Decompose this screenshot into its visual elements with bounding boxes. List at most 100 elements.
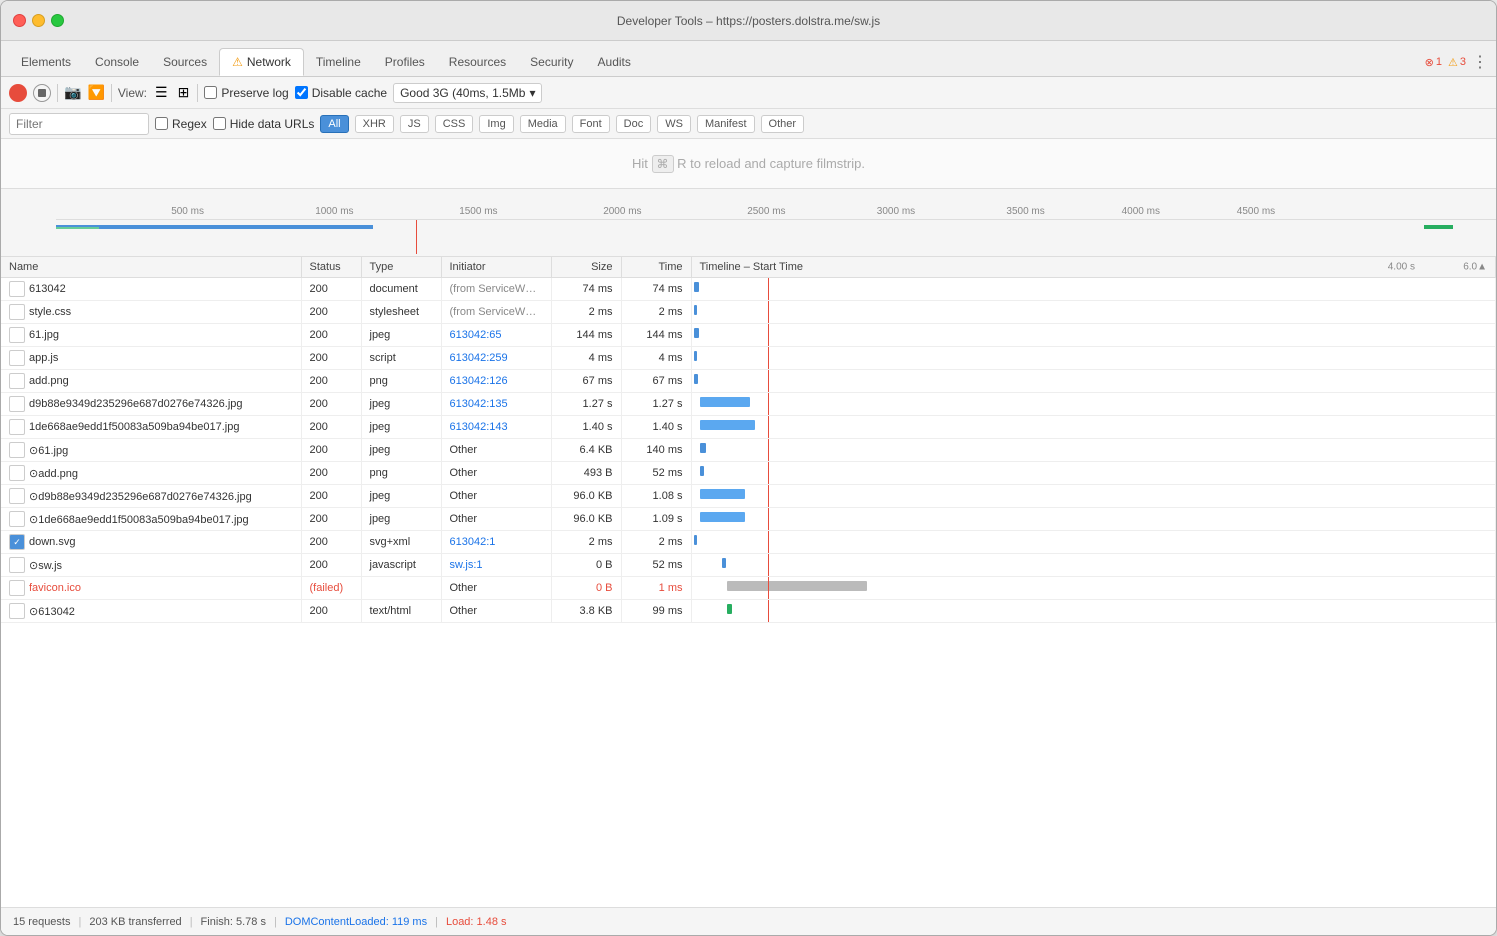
- tab-audits[interactable]: Audits: [586, 48, 643, 76]
- filter-other-button[interactable]: Other: [761, 115, 805, 133]
- row-checkbox[interactable]: [9, 304, 25, 320]
- file-name[interactable]: app.js: [29, 352, 58, 364]
- record-button[interactable]: [9, 84, 27, 102]
- table-row[interactable]: ✓down.svg200svg+xml613042:12 ms2 ms: [1, 531, 1496, 554]
- tab-console[interactable]: Console: [83, 48, 151, 76]
- col-header-initiator[interactable]: Initiator: [441, 257, 551, 278]
- row-initiator[interactable]: 613042:259: [441, 347, 551, 370]
- tab-elements[interactable]: Elements: [9, 48, 83, 76]
- row-initiator[interactable]: 613042:65: [441, 324, 551, 347]
- tab-sources[interactable]: Sources: [151, 48, 219, 76]
- row-checkbox[interactable]: [9, 465, 25, 481]
- col-header-time[interactable]: Time: [621, 257, 691, 278]
- table-row[interactable]: favicon.ico(failed)Other0 B1 ms: [1, 577, 1496, 600]
- file-name[interactable]: add.png: [29, 375, 69, 387]
- tab-security[interactable]: Security: [518, 48, 585, 76]
- filter-input[interactable]: [9, 113, 149, 135]
- row-initiator[interactable]: 613042:135: [441, 393, 551, 416]
- row-checkbox[interactable]: [9, 350, 25, 366]
- minimize-button[interactable]: [32, 14, 45, 27]
- table-row[interactable]: 61.jpg200jpeg613042:65144 ms144 ms: [1, 324, 1496, 347]
- file-name[interactable]: style.css: [29, 306, 71, 318]
- row-initiator[interactable]: sw.js:1: [441, 554, 551, 577]
- filter-all-button[interactable]: All: [320, 115, 348, 133]
- table-row[interactable]: ⊙1de668ae9edd1f50083a509ba94be017.jpg200…: [1, 508, 1496, 531]
- file-name[interactable]: down.svg: [29, 536, 75, 548]
- file-name[interactable]: ⊙61.jpg: [29, 444, 68, 457]
- file-name[interactable]: ⊙613042: [29, 605, 75, 618]
- tab-profiles[interactable]: Profiles: [373, 48, 437, 76]
- filter-media-button[interactable]: Media: [520, 115, 566, 133]
- network-table-container[interactable]: Name Status Type Initiator Size Time Tim…: [1, 257, 1496, 907]
- col-header-timeline[interactable]: Timeline – Start Time 4.00 s 6.0▲: [691, 257, 1496, 278]
- tab-timeline[interactable]: Timeline: [304, 48, 373, 76]
- file-name[interactable]: 613042: [29, 283, 66, 295]
- table-row[interactable]: ⊙add.png200pngOther493 B52 ms: [1, 462, 1496, 485]
- tab-network[interactable]: ⚠ Network: [219, 48, 304, 76]
- file-name[interactable]: ⊙1de668ae9edd1f50083a509ba94be017.jpg: [29, 513, 249, 526]
- row-checkbox[interactable]: [9, 396, 25, 412]
- hide-data-urls-label[interactable]: Hide data URLs: [213, 117, 315, 131]
- file-name[interactable]: 1de668ae9edd1f50083a509ba94be017.jpg: [29, 421, 239, 433]
- table-row[interactable]: 1de668ae9edd1f50083a509ba94be017.jpg200j…: [1, 416, 1496, 439]
- regex-label[interactable]: Regex: [155, 117, 207, 131]
- close-button[interactable]: [13, 14, 26, 27]
- row-checkbox[interactable]: [9, 580, 25, 596]
- table-row[interactable]: ⊙sw.js200javascriptsw.js:10 B52 ms: [1, 554, 1496, 577]
- table-row[interactable]: style.css200stylesheet(from ServiceW…2 m…: [1, 301, 1496, 324]
- disable-cache-checkbox[interactable]: [295, 86, 308, 99]
- more-options-icon[interactable]: ⋮: [1472, 52, 1488, 72]
- camera-button[interactable]: 📷: [64, 84, 81, 101]
- row-checkbox[interactable]: [9, 419, 25, 435]
- file-name[interactable]: ⊙add.png: [29, 467, 78, 480]
- table-row[interactable]: add.png200png613042:12667 ms67 ms: [1, 370, 1496, 393]
- preserve-log-label[interactable]: Preserve log: [204, 86, 288, 100]
- file-name[interactable]: ⊙sw.js: [29, 559, 62, 572]
- row-checkbox[interactable]: [9, 557, 25, 573]
- row-checkbox[interactable]: [9, 373, 25, 389]
- row-initiator[interactable]: 613042:143: [441, 416, 551, 439]
- view-list-button[interactable]: ☰: [153, 82, 170, 103]
- file-name[interactable]: ⊙d9b88e9349d235296e687d0276e74326.jpg: [29, 490, 252, 503]
- filter-doc-button[interactable]: Doc: [616, 115, 652, 133]
- filter-xhr-button[interactable]: XHR: [355, 115, 394, 133]
- filter-css-button[interactable]: CSS: [435, 115, 474, 133]
- file-name[interactable]: 61.jpg: [29, 329, 59, 341]
- row-initiator[interactable]: 613042:1: [441, 531, 551, 554]
- filter-img-button[interactable]: Img: [479, 115, 513, 133]
- stop-button[interactable]: [33, 84, 51, 102]
- row-checkbox[interactable]: [9, 327, 25, 343]
- filter-ws-button[interactable]: WS: [657, 115, 691, 133]
- file-name[interactable]: d9b88e9349d235296e687d0276e74326.jpg: [29, 398, 243, 410]
- row-checkbox[interactable]: [9, 442, 25, 458]
- col-header-name[interactable]: Name: [1, 257, 301, 278]
- view-grid-button[interactable]: ⊞: [176, 82, 192, 103]
- table-row[interactable]: app.js200script613042:2594 ms4 ms: [1, 347, 1496, 370]
- preserve-log-checkbox[interactable]: [204, 86, 217, 99]
- table-row[interactable]: ⊙d9b88e9349d235296e687d0276e74326.jpg200…: [1, 485, 1496, 508]
- hide-data-urls-checkbox[interactable]: [213, 117, 226, 130]
- row-checkbox[interactable]: [9, 488, 25, 504]
- table-row[interactable]: ⊙613042200text/htmlOther3.8 KB99 ms: [1, 600, 1496, 623]
- filter-manifest-button[interactable]: Manifest: [697, 115, 755, 133]
- tab-resources[interactable]: Resources: [437, 48, 518, 76]
- regex-checkbox[interactable]: [155, 117, 168, 130]
- col-header-status[interactable]: Status: [301, 257, 361, 278]
- row-checkbox[interactable]: [9, 281, 25, 297]
- row-checkbox[interactable]: [9, 511, 25, 527]
- maximize-button[interactable]: [51, 14, 64, 27]
- row-checkbox[interactable]: [9, 603, 25, 619]
- table-row[interactable]: ⊙61.jpg200jpegOther6.4 KB140 ms: [1, 439, 1496, 462]
- col-header-type[interactable]: Type: [361, 257, 441, 278]
- col-header-size[interactable]: Size: [551, 257, 621, 278]
- filter-toggle-button[interactable]: 🔽: [87, 84, 104, 101]
- throttle-dropdown[interactable]: Good 3G (40ms, 1.5Mb ▾: [393, 83, 542, 103]
- row-initiator[interactable]: 613042:126: [441, 370, 551, 393]
- filter-font-button[interactable]: Font: [572, 115, 610, 133]
- disable-cache-label[interactable]: Disable cache: [295, 86, 387, 100]
- table-row[interactable]: d9b88e9349d235296e687d0276e74326.jpg200j…: [1, 393, 1496, 416]
- filter-js-button[interactable]: JS: [400, 115, 429, 133]
- file-name[interactable]: favicon.ico: [29, 582, 81, 594]
- row-checkbox[interactable]: ✓: [9, 534, 25, 550]
- table-row[interactable]: 613042200document(from ServiceW…74 ms74 …: [1, 278, 1496, 301]
